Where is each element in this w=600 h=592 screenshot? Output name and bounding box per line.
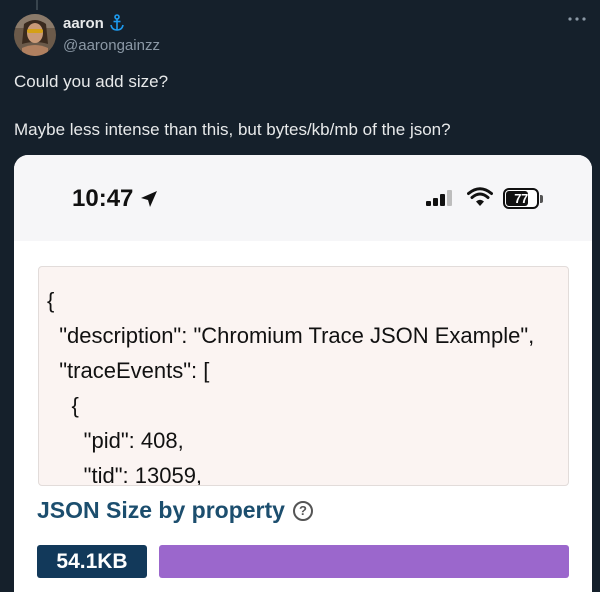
size-bar[interactable]: [159, 545, 569, 578]
code-line: {: [47, 288, 55, 313]
tweet-text-line-2: Maybe less intense than this, but bytes/…: [14, 120, 451, 139]
total-size-badge: 54.1KB: [37, 545, 147, 578]
phone-status-bar: 10:47 77: [14, 155, 592, 241]
battery-level: 77: [514, 191, 528, 206]
json-size-title-row: JSON Size by property ?: [37, 497, 313, 524]
battery-indicator: 77: [503, 188, 539, 209]
author-name-row: aaron: [63, 14, 125, 32]
thread-connector-line: [36, 0, 38, 10]
code-line: "pid": 408,: [47, 428, 184, 453]
status-time-group: 10:47: [72, 185, 159, 213]
code-line: "tid": 13059,: [47, 463, 203, 486]
json-size-title: JSON Size by property: [37, 497, 285, 523]
json-code-box[interactable]: { "description": "Chromium Trace JSON Ex…: [38, 266, 569, 486]
code-line: {: [47, 393, 79, 418]
avatar[interactable]: [14, 14, 56, 56]
more-icon[interactable]: [566, 12, 588, 32]
display-name[interactable]: aaron: [63, 15, 104, 32]
app-content: { "description": "Chromium Trace JSON Ex…: [14, 241, 592, 592]
anchor-icon: [109, 14, 125, 32]
attached-screenshot[interactable]: 10:47 77 { "description": "Chromium Trac…: [14, 155, 592, 592]
cellular-signal-icon: [426, 190, 452, 206]
user-handle[interactable]: @aarongainzz: [63, 37, 160, 54]
tweet-text-line-1: Could you add size?: [14, 72, 169, 91]
status-time: 10:47: [72, 185, 134, 212]
code-line: "description": "Chromium Trace JSON Exam…: [47, 323, 535, 348]
avatar-image: [14, 14, 56, 56]
battery-cap: [540, 195, 543, 203]
code-line: "traceEvents": [: [47, 358, 210, 383]
wifi-icon: [467, 187, 493, 206]
question-circle-icon[interactable]: ?: [292, 500, 313, 521]
location-arrow-icon: [141, 191, 158, 207]
